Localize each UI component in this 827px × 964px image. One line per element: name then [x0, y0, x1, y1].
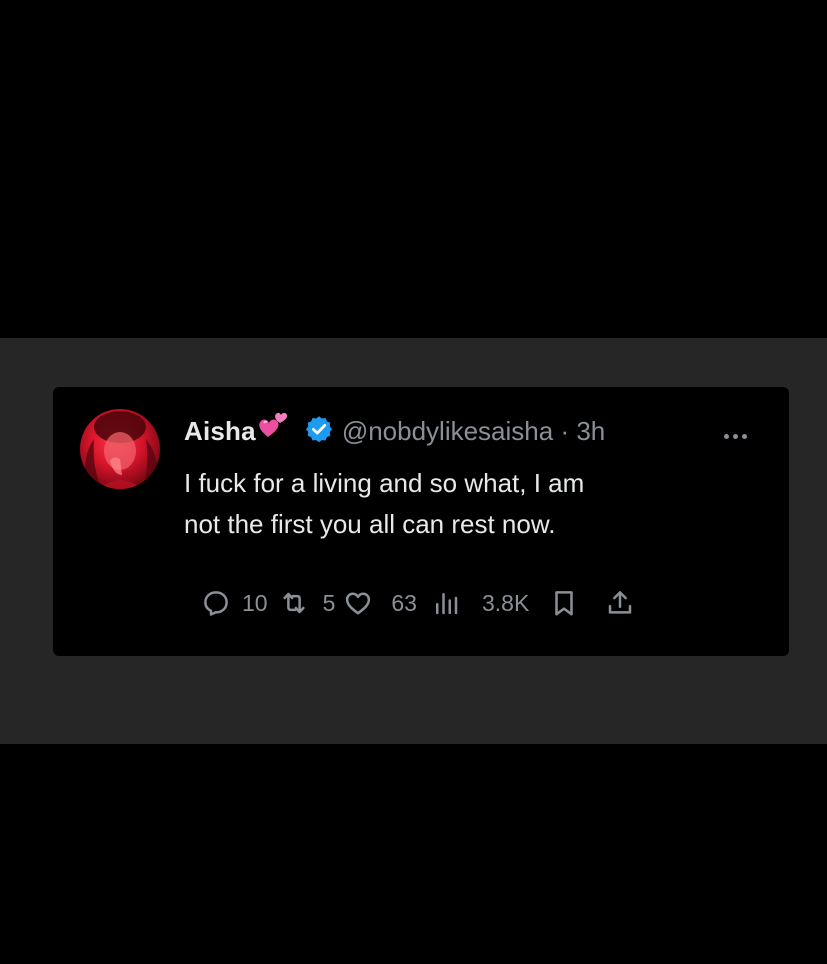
tweet-card[interactable]: Aisha @nobdylikesaisha · 3h I fuck for a… [53, 387, 789, 656]
tweet-actions: 10 5 63 3.8K [201, 586, 635, 620]
more-dot [733, 434, 738, 439]
repost-button[interactable]: 5 [279, 588, 336, 618]
tweet-header: Aisha @nobdylikesaisha · 3h [184, 412, 605, 449]
avatar-photo [85, 411, 158, 489]
views-count: 3.8K [481, 589, 530, 616]
time-separator: · [553, 415, 577, 446]
two-hearts-emoji-icon [258, 410, 290, 445]
display-name[interactable]: Aisha [184, 416, 256, 447]
views-button[interactable]: 3.8K [431, 588, 529, 618]
more-dot [724, 434, 729, 439]
handle[interactable]: @nobdylikesaisha · 3h [342, 416, 605, 447]
bookmark-button[interactable] [549, 588, 579, 618]
share-upload-icon [605, 588, 635, 618]
repost-count: 5 [322, 589, 336, 616]
repost-arrows-icon [279, 588, 309, 618]
handle-text[interactable]: @nobdylikesaisha [342, 416, 553, 446]
verified-badge-icon [304, 414, 334, 449]
like-button[interactable]: 63 [343, 588, 417, 618]
speech-bubble-icon [201, 588, 231, 618]
heart-outline-icon [343, 588, 373, 618]
timestamp[interactable]: 3h [576, 416, 605, 446]
more-dot [742, 434, 747, 439]
bookmark-icon [549, 588, 579, 618]
share-button[interactable] [605, 588, 635, 618]
reply-button[interactable]: 10 [201, 588, 268, 618]
tweet-text: I fuck for a living and so what, I am no… [184, 463, 744, 545]
avatar[interactable] [80, 409, 160, 489]
tweet-text-line: not the first you all can rest now. [184, 509, 556, 539]
ellipsis-icon[interactable] [724, 434, 747, 439]
reply-count: 10 [242, 589, 268, 616]
bar-chart-icon [431, 588, 461, 618]
tweet-text-line: I fuck for a living and so what, I am [184, 468, 585, 498]
like-count: 63 [391, 589, 417, 616]
